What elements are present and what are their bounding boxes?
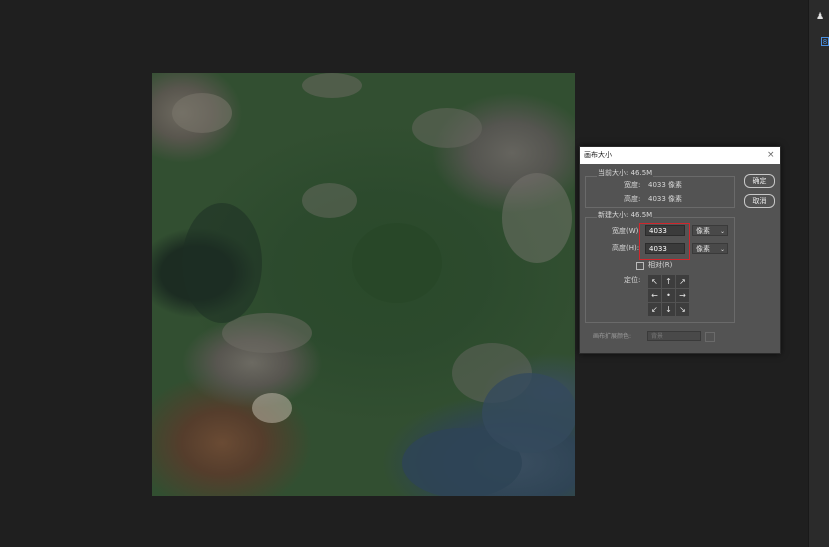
anchor-left-icon[interactable]: ← xyxy=(648,289,661,302)
width-field-label: 宽度(W): xyxy=(612,227,641,235)
current-width-value: 4033 像素 xyxy=(648,181,683,189)
close-icon[interactable]: × xyxy=(767,150,775,160)
anchor-bottom-right-icon[interactable]: ↘ xyxy=(676,303,689,316)
highlight-annotation-box xyxy=(639,223,690,260)
new-size-label: 新建大小: 46.5M xyxy=(597,211,654,220)
current-height-value: 4033 像素 xyxy=(648,195,683,203)
current-width-label: 宽度: xyxy=(624,181,641,189)
anchor-grid: ↖ ↑ ↗ ← • → ↙ ↓ ↘ xyxy=(648,275,689,318)
height-unit-label: 像素 xyxy=(696,245,710,253)
relative-label: 相对(R) xyxy=(648,261,673,269)
right-panel-strip xyxy=(808,0,829,547)
extension-color-select[interactable]: 背景 xyxy=(647,331,701,341)
current-size-label: 当前大小: 46.5M xyxy=(597,169,654,178)
anchor-top-right-icon[interactable]: ↗ xyxy=(676,275,689,288)
dialog-titlebar: 画布大小 × xyxy=(580,147,780,164)
ok-button[interactable]: 确定 xyxy=(744,174,775,188)
panel-link-icon[interactable]: 8 xyxy=(821,37,829,46)
extension-color-value: 背景 xyxy=(651,333,664,340)
chevron-down-icon: ⌄ xyxy=(719,246,725,253)
anchor-bottom-icon[interactable]: ↓ xyxy=(662,303,675,316)
anchor-center-icon[interactable]: • xyxy=(662,289,675,302)
anchor-top-left-icon[interactable]: ↖ xyxy=(648,275,661,288)
anchor-right-icon[interactable]: → xyxy=(676,289,689,302)
current-height-label: 高度: xyxy=(624,195,641,203)
relative-checkbox[interactable] xyxy=(636,262,644,270)
panel-tool-icon[interactable]: ♟ xyxy=(816,13,824,22)
chevron-down-icon: ⌄ xyxy=(719,228,725,235)
width-unit-select[interactable]: 像素 ⌄ xyxy=(692,225,728,236)
dialog-title: 画布大小 xyxy=(584,151,612,159)
width-unit-label: 像素 xyxy=(696,227,710,235)
anchor-label: 定位: xyxy=(624,276,641,284)
extension-color-swatch[interactable] xyxy=(705,332,715,342)
extension-color-label: 画布扩展颜色: xyxy=(593,333,632,340)
height-unit-select[interactable]: 像素 ⌄ xyxy=(692,243,728,254)
height-field-label: 高度(H): xyxy=(612,244,640,252)
anchor-top-icon[interactable]: ↑ xyxy=(662,275,675,288)
cancel-button[interactable]: 取消 xyxy=(744,194,775,208)
anchor-bottom-left-icon[interactable]: ↙ xyxy=(648,303,661,316)
satellite-image-canvas xyxy=(152,73,575,496)
